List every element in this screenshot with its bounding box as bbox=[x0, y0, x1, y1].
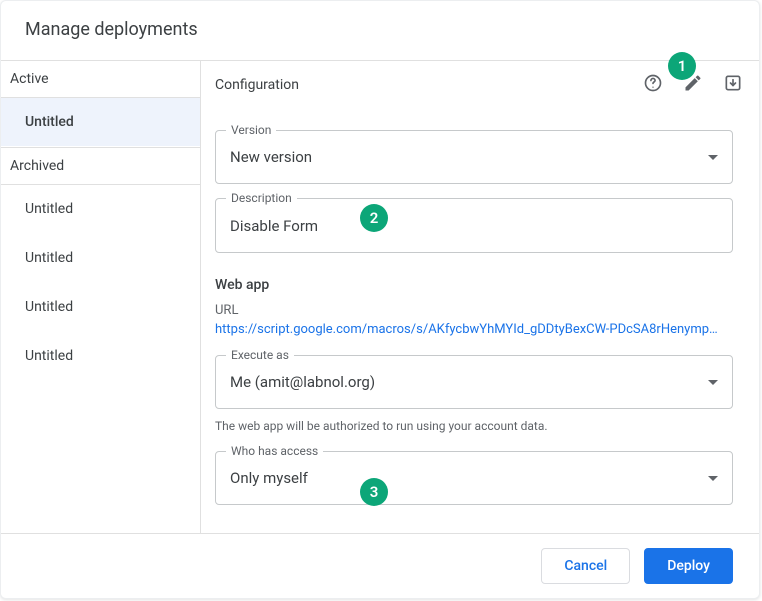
sidebar-item-label: Untitled bbox=[25, 299, 73, 315]
sidebar-archived-item-0[interactable]: Untitled bbox=[1, 185, 200, 234]
sidebar-item-label: Untitled bbox=[25, 114, 74, 130]
config-title: Configuration bbox=[215, 77, 627, 93]
sidebar-archived-item-2[interactable]: Untitled bbox=[1, 283, 200, 332]
auth-note: The web app will be authorized to run us… bbox=[215, 419, 733, 433]
config-header: Configuration bbox=[201, 61, 759, 110]
chevron-down-icon bbox=[708, 476, 718, 481]
chevron-down-icon bbox=[708, 155, 718, 160]
cancel-button[interactable]: Cancel bbox=[541, 548, 630, 584]
execute-as-label: Execute as bbox=[226, 348, 294, 362]
edit-button[interactable] bbox=[679, 71, 707, 99]
deploy-label: Deploy bbox=[667, 558, 710, 574]
deploy-button[interactable]: Deploy bbox=[644, 548, 733, 584]
chevron-down-icon bbox=[708, 380, 718, 385]
sidebar-archived-item-3[interactable]: Untitled bbox=[1, 332, 200, 381]
who-has-access-value: Only myself bbox=[230, 469, 708, 487]
description-label: Description bbox=[226, 191, 297, 205]
version-select[interactable]: Version New version bbox=[215, 130, 733, 184]
help-icon bbox=[643, 73, 663, 97]
archive-button[interactable] bbox=[719, 71, 747, 99]
execute-as-value: Me (amit@labnol.org) bbox=[230, 373, 708, 391]
help-button[interactable] bbox=[639, 71, 667, 99]
sidebar: Active Untitled Archived Untitled Untitl… bbox=[1, 61, 201, 533]
description-input[interactable] bbox=[230, 217, 718, 235]
sidebar-item-label: Untitled bbox=[25, 201, 73, 217]
config-content: Version New version Description Web app … bbox=[201, 110, 759, 533]
dialog-title: Manage deployments bbox=[1, 1, 759, 60]
webapp-url[interactable]: https://script.google.com/macros/s/AKfyc… bbox=[215, 322, 733, 337]
description-field[interactable]: Description bbox=[215, 198, 733, 253]
sidebar-archived-item-1[interactable]: Untitled bbox=[1, 234, 200, 283]
sidebar-item-label: Untitled bbox=[25, 250, 73, 266]
sidebar-active-heading: Active bbox=[1, 61, 200, 98]
sidebar-active-item-0[interactable]: Untitled bbox=[1, 98, 200, 147]
version-value: New version bbox=[230, 148, 708, 166]
main-area: Active Untitled Archived Untitled Untitl… bbox=[1, 60, 759, 533]
sidebar-archived-heading: Archived bbox=[1, 147, 200, 185]
who-has-access-label: Who has access bbox=[226, 444, 323, 458]
sidebar-item-label: Untitled bbox=[25, 348, 73, 364]
who-has-access-select[interactable]: Who has access Only myself bbox=[215, 451, 733, 505]
execute-as-select[interactable]: Execute as Me (amit@labnol.org) bbox=[215, 355, 733, 409]
url-label: URL bbox=[215, 303, 733, 318]
manage-deployments-dialog: Manage deployments Active Untitled Archi… bbox=[0, 0, 760, 599]
dialog-footer: Cancel Deploy bbox=[1, 533, 759, 598]
archive-icon bbox=[723, 73, 743, 97]
webapp-section-title: Web app bbox=[215, 277, 733, 293]
cancel-label: Cancel bbox=[564, 558, 607, 574]
version-label: Version bbox=[226, 123, 276, 137]
pencil-icon bbox=[683, 73, 703, 97]
config-panel: Configuration bbox=[201, 61, 759, 533]
